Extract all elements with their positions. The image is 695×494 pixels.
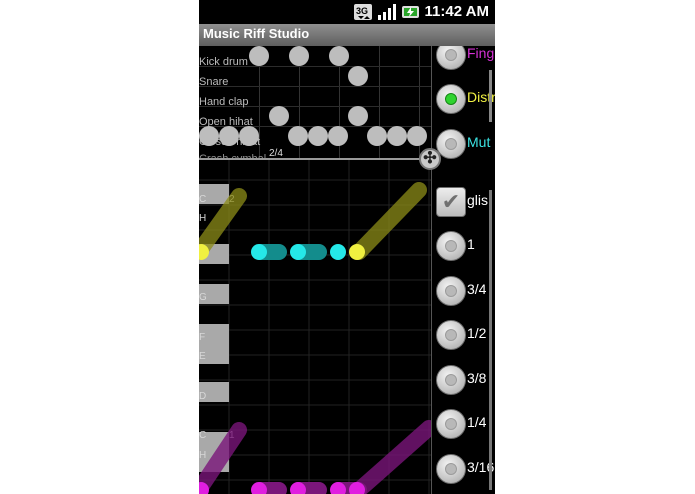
length-3-4-radio[interactable] — [436, 276, 466, 306]
effect-mute[interactable]: Mut — [432, 125, 495, 165]
app-title: Music Riff Studio — [203, 26, 310, 41]
drum-hit[interactable] — [289, 46, 309, 66]
effect-fingering-label: Fing — [467, 46, 495, 61]
drum-hit[interactable] — [328, 126, 348, 146]
note-cyan — [251, 244, 267, 260]
drum-hit[interactable] — [219, 126, 239, 146]
panel-scrollbar-top[interactable] — [489, 70, 492, 122]
glissando-checkbox[interactable]: ✔ — [436, 187, 466, 217]
drum-hit[interactable] — [348, 106, 368, 126]
status-bar: 3G 11:42 AM — [199, 0, 495, 24]
glissando-slide — [199, 188, 247, 260]
drum-hit[interactable] — [199, 126, 219, 146]
time-signature: 2/4 — [269, 148, 283, 159]
drum-hit[interactable] — [407, 126, 427, 146]
length-1-2-radio[interactable] — [436, 320, 466, 350]
glissando-slide — [199, 422, 247, 494]
drum-track-handclap: Hand clap — [199, 96, 249, 108]
phone-screen: 3G 11:42 AM Music Riff Studio Kick drum — [199, 0, 495, 494]
length-option-1-2[interactable]: 1/2 — [432, 316, 495, 356]
pitch-grid[interactable]: C H 2 G F E D C H 1 — [199, 160, 431, 494]
length-option-3-16[interactable]: 3/16 — [432, 450, 495, 490]
note-yellow — [349, 244, 365, 260]
length-1-4-label: 1/4 — [467, 414, 487, 430]
effect-mute-label: Mut — [467, 134, 491, 150]
effect-mute-radio[interactable] — [436, 129, 466, 159]
title-bar: Music Riff Studio — [199, 24, 495, 46]
options-panel: Fing Distr Mut ✔ glis 1 3/4 1/2 3/8 1/4 … — [431, 46, 495, 494]
battery-charging-icon — [402, 6, 419, 18]
length-option-3-4[interactable]: 3/4 — [432, 272, 495, 312]
length-option-1-4[interactable]: 1/4 — [432, 405, 495, 445]
drum-track-snare: Snare — [199, 76, 229, 88]
length-3-4-label: 3/4 — [467, 281, 487, 297]
length-1-radio[interactable] — [436, 231, 466, 261]
note-cyan — [290, 244, 306, 260]
drum-hit[interactable] — [269, 106, 289, 126]
glissando-label: glis — [467, 192, 489, 208]
clock: 11:42 AM — [424, 3, 489, 20]
signal-icon — [378, 4, 396, 20]
length-option-1[interactable]: 1 — [432, 227, 495, 267]
drum-hit[interactable] — [348, 66, 368, 86]
effect-distortion[interactable]: Distr — [432, 80, 495, 120]
glissando-option[interactable]: ✔ glis — [432, 183, 495, 223]
glissando-slide — [351, 420, 431, 494]
drum-track-kick: Kick drum — [199, 56, 248, 68]
length-3-8-label: 3/8 — [467, 370, 487, 386]
length-1-2-label: 1/2 — [467, 325, 487, 341]
drum-grid[interactable]: Kick drum Snare Hand clap Open hihat Clo… — [199, 46, 431, 158]
drum-hit[interactable] — [249, 46, 269, 66]
length-3-16-radio[interactable] — [436, 454, 466, 484]
drum-hit[interactable] — [288, 126, 308, 146]
length-option-3-8[interactable]: 3/8 — [432, 361, 495, 401]
effect-distortion-radio[interactable] — [436, 84, 466, 114]
drum-hit[interactable] — [308, 126, 328, 146]
length-1-4-radio[interactable] — [436, 409, 466, 439]
drum-hit[interactable] — [329, 46, 349, 66]
drum-hit[interactable] — [367, 126, 387, 146]
effect-fingering[interactable]: Fing — [432, 46, 495, 76]
length-3-8-radio[interactable] — [436, 365, 466, 395]
drum-hit[interactable] — [239, 126, 259, 146]
svg-text:3G: 3G — [356, 6, 368, 16]
note-cyan — [330, 244, 346, 260]
3g-data-icon: 3G — [354, 4, 372, 20]
panel-scrollbar[interactable] — [489, 190, 492, 490]
effect-fingering-radio[interactable] — [436, 46, 466, 70]
move-handle-icon[interactable]: ✣ — [419, 148, 441, 170]
length-1-label: 1 — [467, 236, 475, 252]
drum-hit[interactable] — [387, 126, 407, 146]
glissando-slide — [351, 182, 427, 260]
riff-notes[interactable] — [199, 160, 431, 494]
